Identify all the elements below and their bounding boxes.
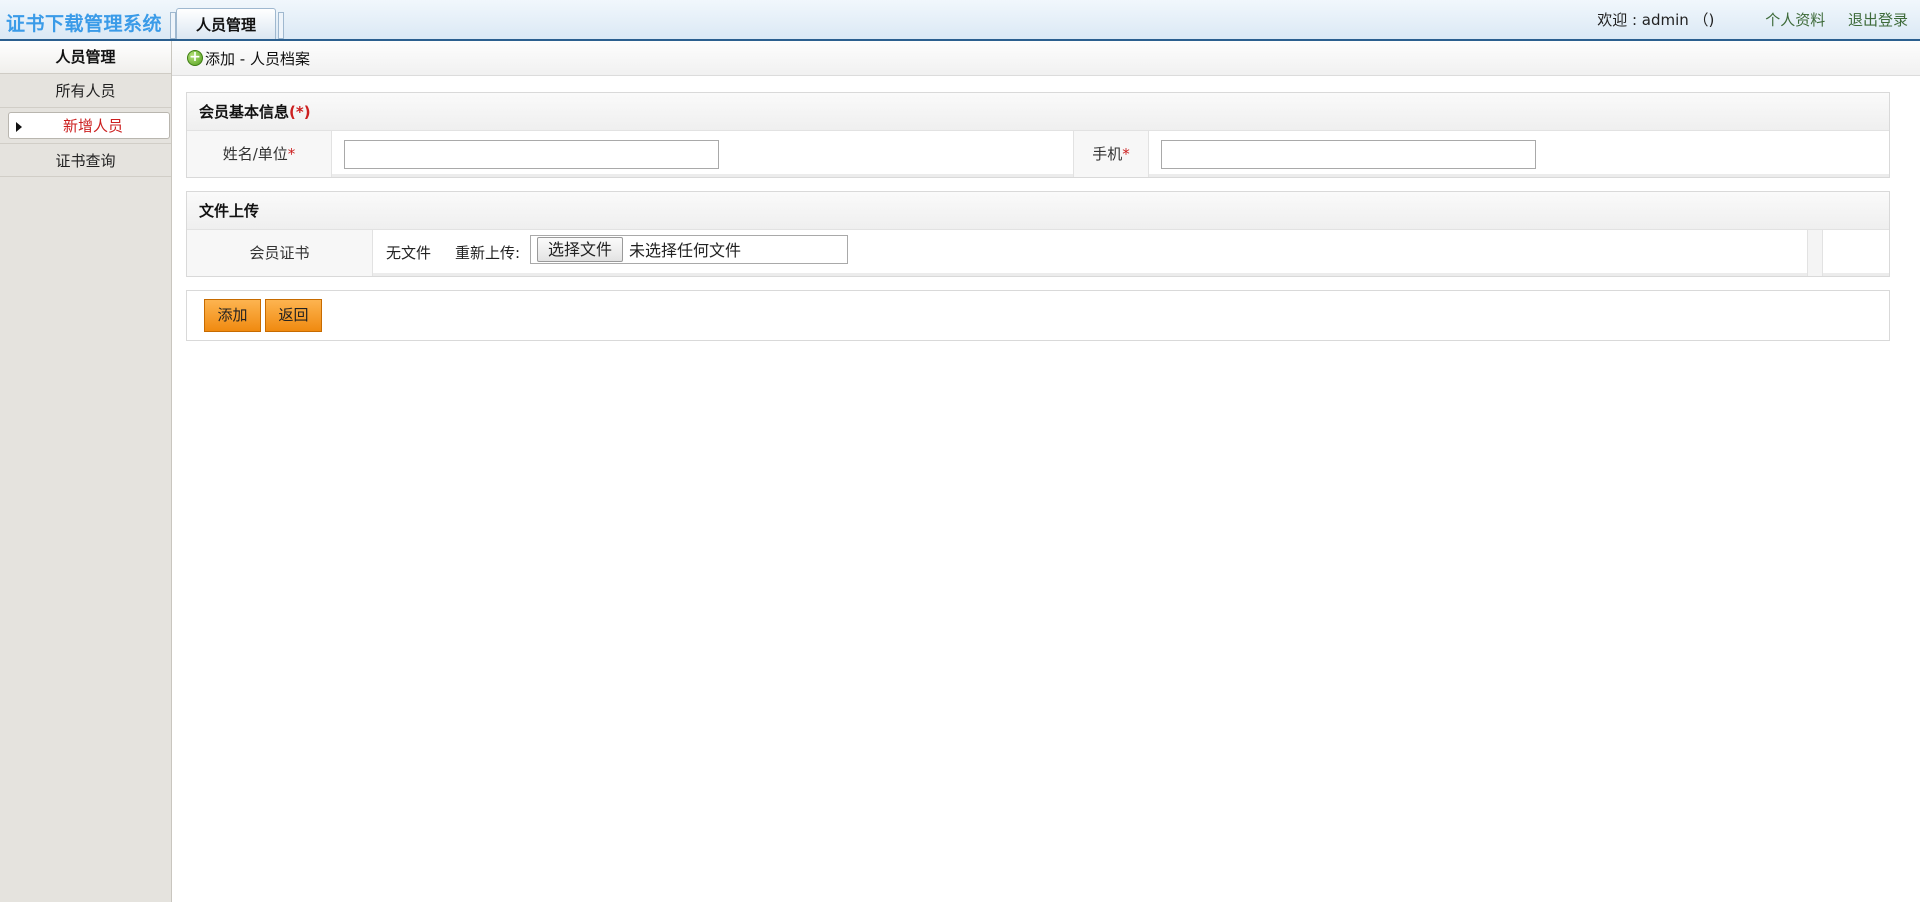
logout-link[interactable]: 退出登录 [1848,9,1908,30]
certificate-label-cell: 会员证书 [187,230,373,276]
sidebar: 人员管理 所有人员 新增人员 证书查询 [0,41,172,902]
main-content: + 添加 - 人员档案 会员基本信息(*) 姓名/单位* 手机* 文件上传 会员… [172,41,1920,902]
sidebar-item-label: 所有人员 [55,82,116,100]
phone-label: 手机 [1092,145,1123,163]
tab-right-edge [278,12,284,39]
user-area: 欢迎 : admin （) 个人资料 退出登录 [1597,9,1908,30]
actions-panel: 添加 返回 [186,290,1890,341]
choose-file-button[interactable]: 选择文件 [537,237,623,262]
sidebar-heading: 人员管理 [0,41,171,74]
certificate-label: 会员证书 [249,244,310,262]
basic-info-row: 姓名/单位* 手机* [187,131,1889,177]
phone-input-cell [1149,131,1889,177]
phone-input[interactable] [1161,140,1536,169]
page-header: + 添加 - 人员档案 [172,41,1920,76]
sidebar-item-all-personnel[interactable]: 所有人员 [0,74,171,108]
add-circle-icon: + [187,50,203,66]
certificate-value-cell: 无文件 重新上传: 选择文件 未选择任何文件 [373,230,1807,276]
top-header: 证书下载管理系统 人员管理 欢迎 : admin （) 个人资料 退出登录 [0,0,1920,41]
page-title: 添加 - 人员档案 [205,49,310,68]
phone-label-cell: 手机* [1073,131,1149,177]
tab-bar: 人员管理 [170,8,284,39]
app-title: 证书下载管理系统 [6,13,163,35]
name-required-mark: * [287,145,296,163]
current-file-text: 无文件 [386,244,432,262]
phone-required-mark: * [1122,145,1130,163]
name-label-cell: 姓名/单位* [187,131,332,177]
profile-link[interactable]: 个人资料 [1765,9,1825,30]
row-spacer [1807,230,1823,276]
sidebar-item-add-personnel[interactable]: 新增人员 [8,112,170,139]
sidebar-item-label: 新增人员 [62,117,123,135]
basic-info-heading-text: 会员基本信息 [199,103,290,121]
reupload-label: 重新上传: [455,244,521,262]
welcome-text: 欢迎 : admin （) [1597,11,1715,29]
tab-personnel-management[interactable]: 人员管理 [176,8,276,39]
basic-info-panel: 会员基本信息(*) 姓名/单位* 手机* [186,92,1890,178]
sidebar-item-certificate-query[interactable]: 证书查询 [0,143,171,177]
no-file-chosen-text: 未选择任何文件 [629,241,742,260]
name-input[interactable] [344,140,719,169]
add-button[interactable]: 添加 [204,299,261,332]
name-input-cell [332,131,1073,177]
file-chooser: 选择文件 未选择任何文件 [530,235,848,264]
back-button[interactable]: 返回 [265,299,322,332]
basic-info-heading: 会员基本信息(*) [187,93,1889,131]
active-arrow-icon [16,122,22,132]
required-indicator: (*) [289,103,311,121]
file-upload-panel: 文件上传 会员证书 无文件 重新上传: 选择文件 未选择任何文件 [186,191,1890,277]
name-label: 姓名/单位 [222,145,288,163]
file-upload-heading: 文件上传 [187,192,1889,230]
certificate-row: 会员证书 无文件 重新上传: 选择文件 未选择任何文件 [187,230,1889,276]
sidebar-item-label: 证书查询 [55,152,116,170]
